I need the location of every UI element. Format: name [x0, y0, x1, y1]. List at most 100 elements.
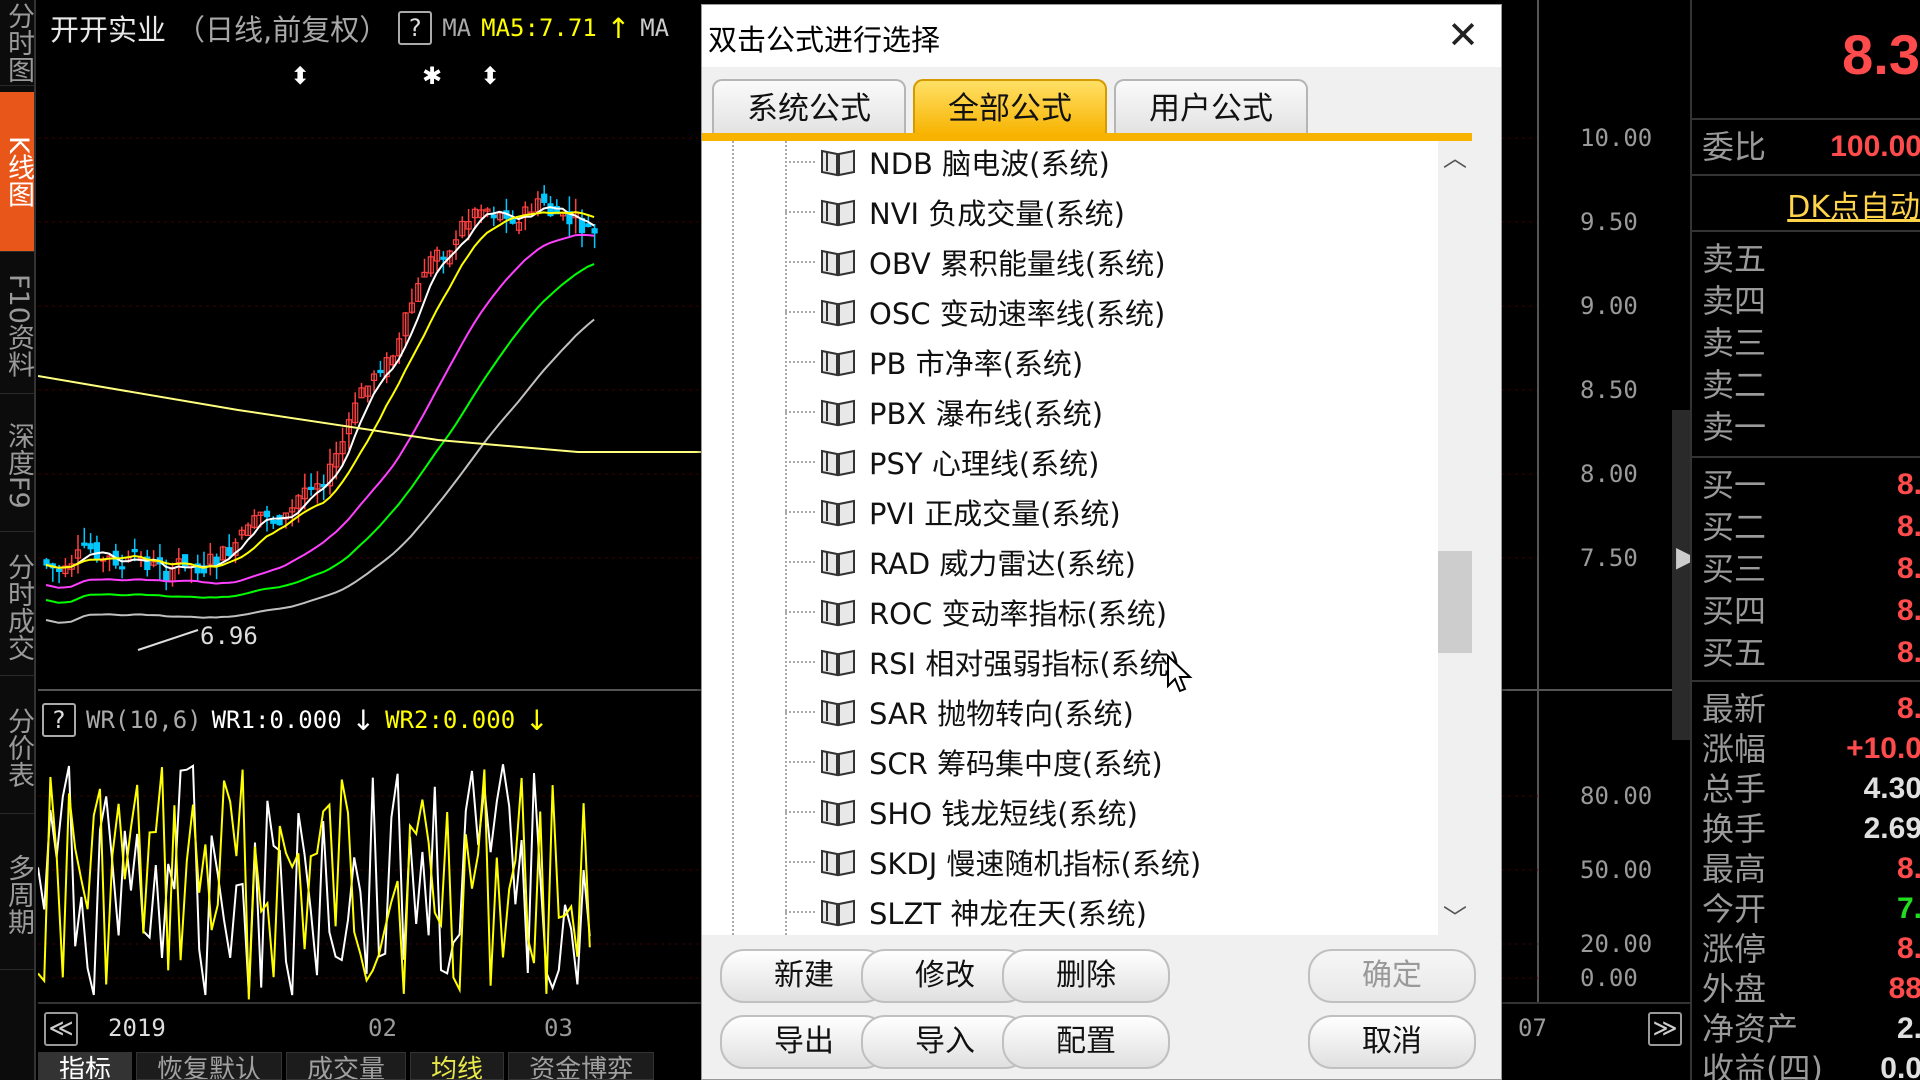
stat-value: 7. — [1896, 892, 1920, 925]
left-tab-item[interactable]: 分时图 — [0, 0, 34, 86]
formula-item[interactable]: PVI 正成交量(系统) — [785, 487, 1425, 537]
left-tab-item[interactable]: 分价表 — [0, 682, 34, 814]
formula-item[interactable]: NVI 负成交量(系统) — [785, 187, 1425, 237]
chart-title-bar: 开开实业 （日线,前复权） ? MA MA5:7.71 ↑ MA — [50, 8, 669, 48]
scroll-up-icon[interactable]: ︿ — [1438, 141, 1472, 175]
buy-row: 买一 8. — [1692, 464, 1920, 506]
candle-body — [131, 548, 138, 553]
wr2-value: WR2:0.000 — [385, 706, 516, 734]
formula-item[interactable]: SAR 抛物转向(系统) — [785, 687, 1425, 737]
tab-system-formula[interactable]: 系统公式 — [712, 79, 906, 135]
formula-item[interactable]: RSI 相对强弱指标(系统) — [785, 637, 1425, 687]
stat-value: 8. — [1896, 932, 1920, 965]
stat-label: 涨停 — [1702, 930, 1767, 968]
formula-item[interactable]: SCR 筹码集中度(系统) — [785, 737, 1425, 787]
event-marker: ✱ — [422, 62, 442, 90]
price-tick-label: 10.00 — [1580, 124, 1653, 152]
formula-name: ROC 变动率指标(系统) — [869, 597, 1168, 631]
down-arrow-icon: ↓ — [351, 703, 376, 737]
book-icon — [821, 399, 855, 427]
left-tab-item[interactable]: 深度F9 — [0, 400, 34, 532]
tab-all-formula[interactable]: 全部公式 — [913, 79, 1107, 135]
formula-item[interactable]: ROC 变动率指标(系统) — [785, 587, 1425, 637]
candle-body — [440, 256, 447, 260]
tree-connector — [785, 861, 815, 863]
stat-label: 总手 — [1702, 770, 1767, 808]
formula-item[interactable]: RAD 威力雷达(系统) — [785, 537, 1425, 587]
scrollbar-thumb[interactable] — [1438, 551, 1472, 653]
formula-item[interactable]: PSY 心理线(系统) — [785, 437, 1425, 487]
formula-item[interactable]: SLZT 神龙在天(系统) — [785, 887, 1425, 935]
delete-button[interactable]: 删除 — [1002, 949, 1170, 1003]
buy-label: 买三 — [1702, 550, 1767, 588]
formula-name: PSY 心理线(系统) — [869, 447, 1100, 481]
candle-body — [541, 193, 548, 203]
cancel-button[interactable]: 取消 — [1308, 1015, 1476, 1069]
formula-name: SLZT 神龙在天(系统) — [869, 897, 1147, 931]
formula-item[interactable]: SHO 钱龙短线(系统) — [785, 787, 1425, 837]
indicator-tab[interactable]: 均线 — [410, 1052, 505, 1080]
dk-auto-link[interactable]: DK点自动 — [1787, 182, 1920, 226]
tab-user-formula[interactable]: 用户公式 — [1114, 79, 1308, 135]
indicator-tab[interactable]: 指标 — [38, 1052, 133, 1080]
formula-item[interactable]: OSC 变动速率线(系统) — [785, 287, 1425, 337]
formula-item[interactable]: PBX 瀑布线(系统) — [785, 387, 1425, 437]
candle-body — [377, 369, 384, 374]
left-tab-item[interactable]: 分时成交 — [0, 538, 34, 676]
tree-connector — [785, 811, 815, 813]
formula-item[interactable]: PB 市净率(系统) — [785, 337, 1425, 387]
formula-tree[interactable]: NDB 脑电波(系统) NVI 负成交量(系统) OBV 累积能量线(系统) OSC … — [702, 141, 1472, 935]
stat-label: 外盘 — [1702, 970, 1767, 1008]
formula-item[interactable]: OBV 累积能量线(系统) — [785, 237, 1425, 287]
formula-select-dialog: 双击公式进行选择 ✕ 系统公式 全部公式 用户公式 NDB 脑电波(系统) NVI… — [701, 4, 1502, 1080]
formula-name: NVI 负成交量(系统) — [869, 197, 1125, 231]
indicator-tab[interactable]: 成交量 — [286, 1052, 407, 1080]
book-icon — [821, 749, 855, 777]
price-tick-label: 9.00 — [1580, 292, 1638, 320]
book-icon — [821, 799, 855, 827]
config-button[interactable]: 配置 — [1002, 1015, 1170, 1069]
stat-row: 外盘 88 — [1692, 968, 1920, 1010]
up-arrow-icon: ↑ — [606, 11, 631, 45]
candle-body — [81, 542, 88, 546]
stat-row: 净资产 2. — [1692, 1008, 1920, 1050]
tree-connector — [785, 911, 815, 913]
tree-scrollbar[interactable]: ︿ ﹀ — [1438, 141, 1472, 935]
x-label: 07 — [1518, 1014, 1547, 1042]
sell-row: 卖二 — [1692, 364, 1920, 406]
price-tick-label: 7.50 — [1580, 544, 1638, 572]
candle-body — [118, 566, 126, 570]
wr-help-button[interactable]: ? — [42, 703, 76, 737]
left-tab-item[interactable]: F10资料 — [0, 258, 34, 394]
scroll-right-button[interactable]: ≫ — [1648, 1012, 1682, 1046]
tree-guide — [732, 141, 734, 935]
tree-connector — [785, 311, 815, 313]
dialog-titlebar[interactable]: 双击公式进行选择 ✕ — [702, 5, 1501, 67]
indicator-help-button[interactable]: ? — [398, 11, 433, 45]
close-icon[interactable]: ✕ — [1441, 11, 1485, 59]
buy-value: 8. — [1896, 468, 1920, 501]
formula-name: SCR 筹码集中度(系统) — [869, 747, 1163, 781]
formula-name: SKDJ 慢速随机指标(系统) — [869, 847, 1202, 881]
tree-connector — [785, 461, 815, 463]
stat-value: 8. — [1896, 692, 1920, 725]
quote-panel: 8.3 委比 100.00 DK点自动 卖五 卖四 卖三 卖二 卖一 买一 8. 买二 8. 买三… — [1690, 0, 1920, 1080]
formula-name: RAD 威力雷达(系统) — [869, 547, 1136, 581]
indicator-tab[interactable]: 恢复默认 — [136, 1052, 283, 1080]
sell-label: 卖五 — [1702, 240, 1767, 278]
formula-item[interactable]: SKDJ 慢速随机指标(系统) — [785, 837, 1425, 887]
panel-splitter[interactable] — [1672, 410, 1690, 740]
indicator-tab[interactable]: 资金博弈 — [508, 1052, 655, 1080]
x-label: 02 — [368, 1014, 397, 1042]
ok-button[interactable]: 确定 — [1308, 949, 1476, 1003]
book-icon — [821, 149, 855, 177]
stat-label: 涨幅 — [1702, 730, 1767, 768]
ma5-line — [45, 206, 595, 570]
left-tab-item[interactable]: K线图 — [0, 92, 34, 252]
scroll-left-button[interactable]: ≪ — [44, 1012, 78, 1046]
book-icon — [821, 899, 855, 927]
stat-value: 0.0 — [1880, 1052, 1920, 1080]
left-tab-item[interactable]: 多周期 — [0, 820, 34, 970]
formula-item[interactable]: NDB 脑电波(系统) — [785, 141, 1425, 187]
scroll-down-icon[interactable]: ﹀ — [1438, 901, 1472, 935]
